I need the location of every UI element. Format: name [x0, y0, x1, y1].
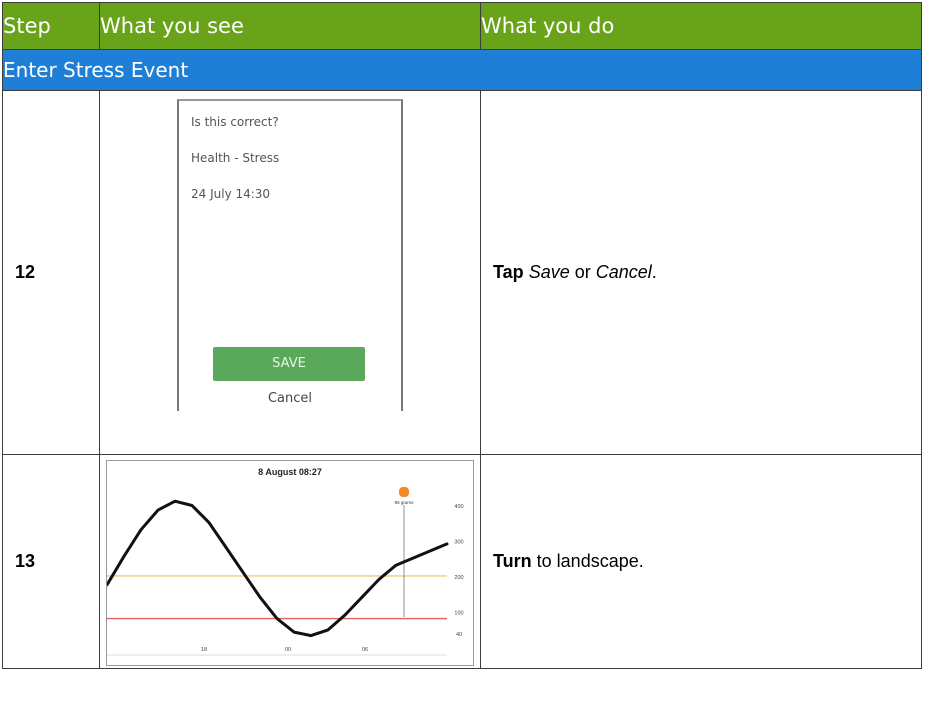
- action-cell: Turn to landscape.: [480, 454, 922, 669]
- table-header: Step What you see What you do: [2, 2, 922, 50]
- event-datetime: 24 July 14:30: [191, 187, 271, 201]
- action-option-cancel: Cancel: [595, 262, 652, 282]
- action-connector: or: [569, 262, 596, 282]
- table-row: 12 Is this correct? Health - Stress 24 J…: [2, 90, 922, 455]
- action-option-save: Save: [528, 262, 570, 282]
- section-title: Enter Stress Event: [2, 49, 922, 91]
- save-button[interactable]: SAVE: [213, 347, 365, 381]
- event-category: Health - Stress: [191, 151, 280, 165]
- header-step: Step: [2, 2, 100, 50]
- y-tick-label: 400: [454, 503, 463, 509]
- action-end: .: [651, 262, 657, 282]
- cancel-button[interactable]: Cancel: [179, 391, 401, 406]
- y-tick-label: 100: [454, 610, 463, 616]
- confirm-prompt: Is this correct?: [191, 115, 279, 129]
- x-tick-label: 06: [362, 647, 368, 653]
- table-row: 13 8 August 08:27 85 grams 400 300 200 100 40 1…: [2, 454, 922, 669]
- marker-label: 85 grams: [395, 500, 415, 505]
- y-tick-label: 40: [456, 631, 462, 637]
- step-number: 12: [2, 90, 100, 455]
- step-number: 13: [2, 454, 100, 669]
- x-tick-label: 18: [201, 647, 207, 653]
- chart-title: 8 August 08:27: [258, 467, 322, 477]
- action-cell: Tap Save or Cancel.: [480, 90, 922, 455]
- action-rest: to landscape.: [531, 551, 644, 571]
- instruction-table: Step What you see What you do Enter Stre…: [2, 2, 922, 669]
- section-row: Enter Stress Event: [2, 49, 922, 91]
- screenshot-cell: Is this correct? Health - Stress 24 July…: [99, 90, 481, 455]
- screenshot-cell: 8 August 08:27 85 grams 400 300 200 100 40 18 00…: [99, 454, 481, 669]
- header-what-you-see: What you see: [99, 2, 481, 50]
- glucose-chart: 8 August 08:27 85 grams 400 300 200 100 40 18 00…: [105, 467, 464, 655]
- marker-icon: [399, 486, 409, 497]
- action-verb: Tap: [493, 262, 524, 282]
- phone-screenshot: Is this correct? Health - Stress 24 July…: [177, 99, 403, 411]
- header-what-you-do: What you do: [480, 2, 922, 50]
- y-tick-label: 200: [454, 574, 463, 580]
- y-tick-label: 300: [454, 539, 463, 545]
- action-verb: Turn: [493, 551, 532, 571]
- x-tick-label: 00: [285, 647, 291, 653]
- series-line: [105, 499, 449, 637]
- chart-screenshot: 8 August 08:27 85 grams 400 300 200 100 40 18 00…: [105, 459, 474, 666]
